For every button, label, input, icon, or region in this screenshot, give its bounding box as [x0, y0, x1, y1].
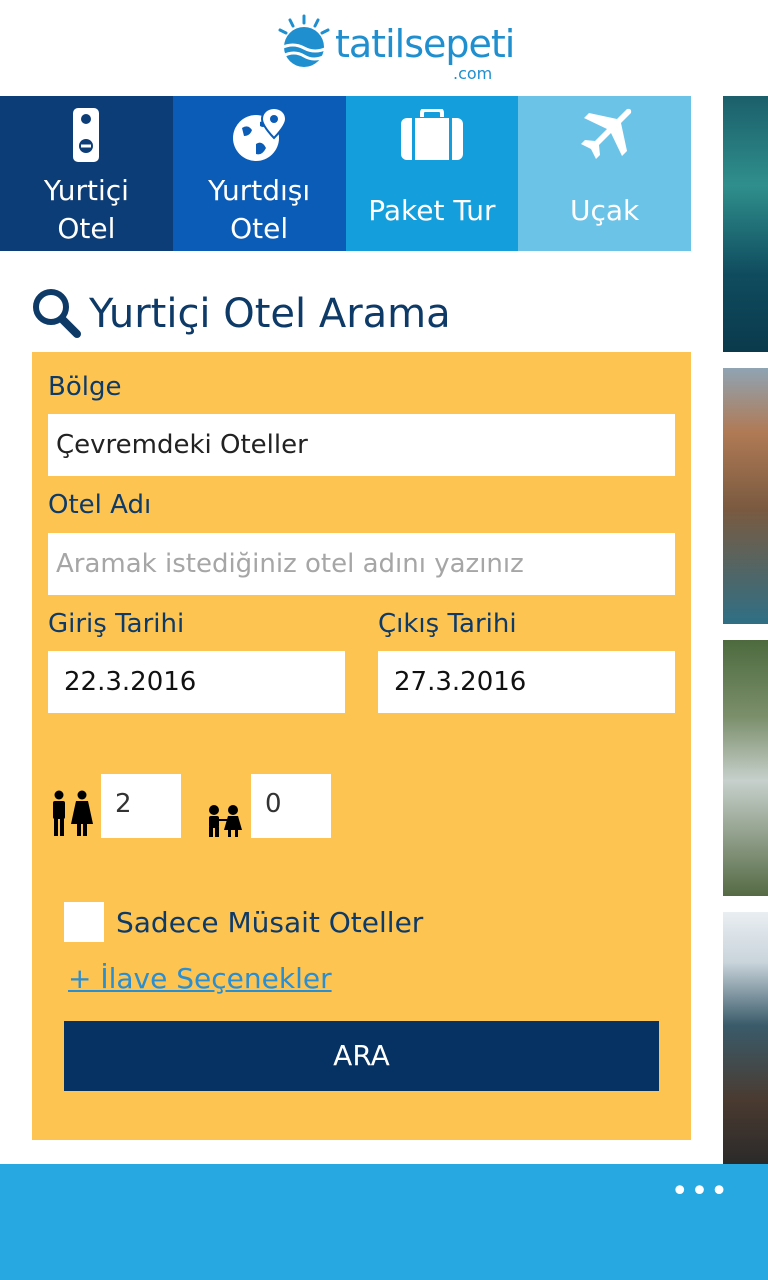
available-only-checkbox[interactable] — [64, 902, 104, 942]
more-options-link[interactable]: + İlave Seçenekler — [68, 962, 332, 995]
sun-wave-icon — [278, 14, 330, 67]
checkout-date-field[interactable]: 27.3.2016 — [378, 651, 675, 713]
checkin-date-field[interactable]: 22.3.2016 — [48, 651, 345, 713]
children-icon — [209, 805, 242, 837]
logo-text: tatilsepeti — [335, 22, 515, 66]
hotel-name-input[interactable]: Aramak istediğiniz otel adını yazınız — [48, 533, 675, 595]
tab-package-tour[interactable]: Paket Tur — [345, 96, 519, 251]
hotel-name-label: Otel Adı — [48, 490, 152, 520]
checkout-label: Çıkış Tarihi — [378, 609, 517, 639]
children-count-input[interactable]: 0 — [251, 774, 331, 838]
page-title: Yurtiçi Otel Arama — [89, 291, 451, 337]
region-label: Bölge — [48, 372, 122, 402]
tab-domestic-line1: Yurtiçi — [43, 174, 129, 207]
adults-icon — [53, 790, 93, 836]
tab-flight-label: Uçak — [569, 194, 640, 227]
door-hanger-icon — [0, 104, 173, 166]
checkin-label: Giriş Tarihi — [48, 609, 185, 639]
more-menu-icon[interactable]: ••• — [671, 1174, 730, 1209]
app-bar: ••• — [0, 1164, 768, 1280]
app-header: tatilsepeti .com — [0, 0, 768, 96]
airplane-icon — [518, 104, 691, 166]
hotel-photo-2[interactable] — [723, 368, 768, 624]
hotel-photo-1[interactable] — [723, 96, 768, 352]
globe-pin-icon — [173, 104, 346, 166]
search-icon — [33, 289, 81, 338]
tab-domestic-hotel[interactable]: Yurtiçi Otel — [0, 96, 173, 251]
adults-count-input[interactable]: 2 — [101, 774, 181, 838]
region-field[interactable]: Çevremdeki Oteller — [48, 414, 675, 476]
search-button[interactable]: ARA — [64, 1021, 659, 1091]
category-tabs: Yurtiçi Otel Yurtdışı Otel Paket Tur Uça… — [0, 96, 691, 251]
search-form: Bölge Çevremdeki Oteller Otel Adı Aramak… — [32, 352, 691, 1140]
tab-international-hotel[interactable]: Yurtdışı Otel — [172, 96, 346, 251]
suitcase-icon — [346, 104, 519, 166]
tatilsepeti-logo: tatilsepeti .com — [275, 14, 515, 84]
tab-domestic-line2: Otel — [57, 212, 116, 245]
tab-international-hotel-label: Yurtdışı Otel — [173, 172, 346, 248]
tab-package-tour-label: Paket Tur — [368, 194, 496, 227]
logo-domain: .com — [453, 64, 493, 83]
tab-flight[interactable]: Uçak — [518, 96, 691, 251]
hotel-photo-3[interactable] — [723, 640, 768, 896]
available-only-label: Sadece Müsait Oteller — [116, 906, 424, 939]
tab-international-line1: Yurtdışı — [208, 174, 311, 207]
tab-international-line2: Otel — [230, 212, 289, 245]
hotel-photo-4[interactable] — [723, 912, 768, 1164]
tab-domestic-hotel-label: Yurtiçi Otel — [0, 172, 173, 248]
